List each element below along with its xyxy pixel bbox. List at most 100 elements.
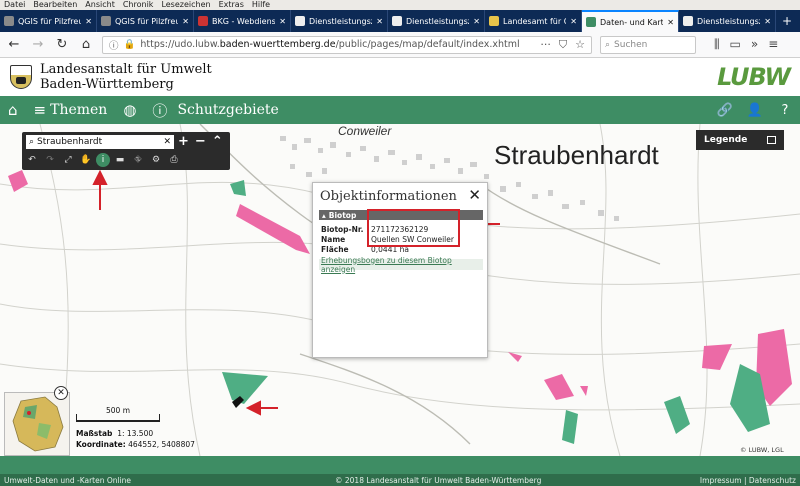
globe-button[interactable]: ◍ xyxy=(115,96,144,124)
tab-close-icon[interactable]: ✕ xyxy=(182,17,189,26)
list-icon: ≡ xyxy=(33,101,47,119)
back-icon[interactable]: ← xyxy=(6,37,22,53)
menu-ansicht[interactable]: Ansicht xyxy=(85,0,115,10)
pocket-icon[interactable]: ⛉ xyxy=(559,38,567,52)
info-tool-icon[interactable]: i xyxy=(96,153,110,167)
reload-icon[interactable]: ↻ xyxy=(54,37,70,53)
popup-title: Objektinformationen xyxy=(320,189,457,204)
network-icon[interactable]: ⛗ xyxy=(130,153,146,167)
tab-close-icon[interactable]: ✕ xyxy=(667,18,674,27)
home-icon[interactable]: ⌂ xyxy=(78,37,94,53)
lubw-logo[interactable]: LUBW xyxy=(717,63,791,91)
close-overview-icon[interactable]: ✕ xyxy=(54,386,68,400)
menu-chronik[interactable]: Chronik xyxy=(123,0,154,10)
tab-favicon-icon xyxy=(586,17,596,27)
browser-tab[interactable]: Landesamt für Geoi ✕ xyxy=(485,10,582,32)
browser-tab[interactable]: Dienstleistungszentr ✕ xyxy=(388,10,485,32)
settings-gear-icon[interactable]: ⚙ xyxy=(148,153,164,167)
bookmark-star-icon[interactable]: ☆ xyxy=(575,38,585,52)
org-name: Landesanstalt für Umwelt Baden-Württembe… xyxy=(40,62,212,92)
overflow-icon[interactable]: » xyxy=(751,37,758,52)
tab-label: QGIS für Pilzfreund xyxy=(115,16,178,26)
koordinate-label: Koordinate: xyxy=(76,440,126,449)
url-bar[interactable]: ⓘ 🔒 https://udo.lubw.baden-wuerttemberg.… xyxy=(102,35,592,54)
place-label-straubenhardt: Straubenhardt xyxy=(494,140,659,170)
menu-datei[interactable]: Datei xyxy=(4,0,25,10)
collapse-toolbox-button[interactable]: ⌃ xyxy=(212,134,223,149)
erhebungsbogen-link[interactable]: Erhebungsbogen zu diesem Biotop anzeigen xyxy=(319,256,483,274)
fullscreen-icon[interactable]: ⤢ xyxy=(60,153,76,167)
tab-favicon-icon xyxy=(295,16,305,26)
tab-favicon-icon xyxy=(198,16,208,26)
themen-label: Themen xyxy=(50,102,108,118)
menu-extras[interactable]: Extras xyxy=(219,0,244,10)
legend-button[interactable]: Legende xyxy=(696,130,784,150)
overview-map[interactable] xyxy=(4,392,70,456)
tab-favicon-icon xyxy=(4,16,14,26)
tab-close-icon[interactable]: ✕ xyxy=(85,17,92,26)
browser-menubar: Datei Bearbeiten Ansicht Chronik Lesezei… xyxy=(0,0,800,10)
forward-icon[interactable]: → xyxy=(30,37,46,53)
browser-tab[interactable]: BKG - Webdienste ✕ xyxy=(194,10,291,32)
new-tab-button[interactable]: + xyxy=(776,10,798,32)
browser-tabbar: QGIS für Pilzfreund ✕ QGIS für Pilzfreund… xyxy=(0,10,800,32)
zoom-out-button[interactable]: − xyxy=(195,134,206,149)
undo-icon[interactable]: ↶ xyxy=(24,153,40,167)
tab-close-icon[interactable]: ✕ xyxy=(570,17,577,26)
tab-favicon-icon xyxy=(101,16,111,26)
site-header: Landesanstalt für Umwelt Baden-Württembe… xyxy=(0,58,800,96)
app-toolbar: ⌂ ≡ Themen ◍ ⓘ Schutzgebiete 🔗 👤 ? xyxy=(0,96,800,124)
massstab-label: Maßstab xyxy=(76,429,113,438)
tab-close-icon[interactable]: ✕ xyxy=(279,17,286,26)
close-icon[interactable]: ✕ xyxy=(468,186,481,204)
annotation-highlight-box xyxy=(367,209,460,247)
library-icon[interactable]: ⫼ xyxy=(714,37,720,52)
search-icon: ⌕ xyxy=(605,39,611,50)
measure-icon[interactable]: ▬ xyxy=(112,153,128,167)
link-button[interactable]: 🔗 xyxy=(710,96,740,124)
sidebar-icon[interactable]: ▭ xyxy=(730,37,741,52)
menu-icon[interactable]: ≡ xyxy=(768,37,778,52)
tab-close-icon[interactable]: ✕ xyxy=(764,17,771,26)
footer-copyright: © 2018 Landesanstalt für Umwelt Baden-Wü… xyxy=(335,475,542,485)
lock-icon[interactable]: 🔒 xyxy=(124,39,136,50)
map-toolbox: ⌕ Straubenhardt ✕ + − ⌃ ↶ ↷ ⤢ ✋ i ▬ ⛗ ⚙ … xyxy=(22,132,230,170)
browser-tab[interactable]: QGIS für Pilzfreund ✕ xyxy=(97,10,194,32)
tab-close-icon[interactable]: ✕ xyxy=(376,17,383,26)
redo-icon[interactable]: ↷ xyxy=(42,153,58,167)
info-icon[interactable]: ⓘ xyxy=(109,38,119,52)
menu-bearbeiten[interactable]: Bearbeiten xyxy=(33,0,77,10)
print-icon[interactable]: ⎙ xyxy=(166,153,182,167)
more-icon[interactable]: ··· xyxy=(540,38,551,52)
browser-tab[interactable]: Dienstleistungszent ✕ xyxy=(679,10,776,32)
pan-hand-icon[interactable]: ✋ xyxy=(78,153,94,167)
expand-window-icon[interactable] xyxy=(767,136,776,144)
tab-close-icon[interactable]: ✕ xyxy=(473,17,480,26)
tab-label: Dienstleistungszentr xyxy=(309,16,372,26)
tab-favicon-icon xyxy=(489,16,499,26)
legend-label: Legende xyxy=(704,135,748,145)
themen-button[interactable]: ≡ Themen xyxy=(26,96,116,124)
info-circle-icon: ⓘ xyxy=(152,101,168,120)
scale-bar xyxy=(76,414,160,422)
user-button[interactable]: 👤 xyxy=(740,96,770,124)
tab-label: BKG - Webdienste xyxy=(212,16,275,26)
browser-tab-active[interactable]: Daten- und Karten ✕ xyxy=(582,10,679,32)
footer-links[interactable]: Impressum | Datenschutz xyxy=(700,476,796,485)
home-button[interactable]: ⌂ xyxy=(0,96,26,124)
menu-hilfe[interactable]: Hilfe xyxy=(252,0,270,10)
menu-lesezeichen[interactable]: Lesezeichen xyxy=(161,0,210,10)
map-view[interactable]: Straubenhardt Conweiler ⌕ Straubenhardt … xyxy=(0,124,800,456)
browser-search-input[interactable]: ⌕ Suchen xyxy=(600,35,696,54)
map-search-input[interactable]: ⌕ Straubenhardt ✕ xyxy=(26,135,174,149)
schutzgebiete-label: Schutzgebiete xyxy=(177,102,279,118)
zoom-in-button[interactable]: + xyxy=(178,134,189,149)
map-search-value: Straubenhardt xyxy=(37,137,103,147)
browser-tab[interactable]: QGIS für Pilzfreund ✕ xyxy=(0,10,97,32)
site-footer: Umwelt-Daten und -Karten Online © 2018 L… xyxy=(0,456,800,486)
clear-search-icon[interactable]: ✕ xyxy=(163,137,171,147)
help-button[interactable]: ? xyxy=(770,96,800,124)
browser-tab[interactable]: Dienstleistungszentr ✕ xyxy=(291,10,388,32)
search-icon: ⌕ xyxy=(29,137,35,147)
schutzgebiete-button[interactable]: ⓘ Schutzgebiete xyxy=(144,96,286,124)
